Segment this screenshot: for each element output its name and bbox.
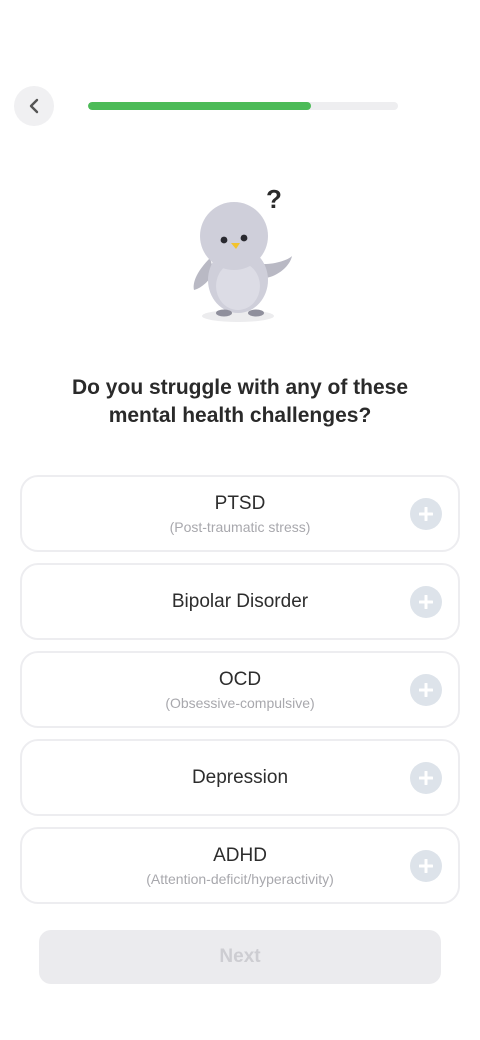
- progress-bar: [88, 102, 398, 110]
- option-title: OCD: [218, 668, 262, 690]
- option-title: Bipolar Disorder: [171, 590, 309, 612]
- option-title: PTSD: [214, 492, 266, 514]
- option-subtitle: (Attention-deficit/hyperactivity): [146, 870, 334, 887]
- question-line-2: mental health challenges?: [108, 404, 372, 427]
- option-ocd[interactable]: OCD (Obsessive-compulsive): [20, 651, 460, 728]
- question-mark-bubble: ?: [266, 184, 282, 214]
- back-button[interactable]: [14, 86, 54, 126]
- option-subtitle: (Obsessive-compulsive): [165, 694, 315, 711]
- next-button[interactable]: Next: [39, 930, 441, 984]
- option-title: Depression: [191, 766, 289, 788]
- option-adhd[interactable]: ADHD (Attention-deficit/hyperactivity): [20, 827, 460, 904]
- question-heading: Do you struggle with any of these mental…: [30, 374, 450, 430]
- option-list: PTSD (Post-traumatic stress) Bipolar Dis…: [20, 475, 460, 915]
- option-depression[interactable]: Depression: [20, 739, 460, 816]
- option-title: ADHD: [213, 844, 267, 866]
- option-ptsd[interactable]: PTSD (Post-traumatic stress): [20, 475, 460, 552]
- penguin-mascot: [193, 202, 292, 322]
- chevron-left-icon: [29, 98, 39, 114]
- progress-fill: [88, 102, 312, 110]
- plus-icon[interactable]: [410, 497, 442, 530]
- plus-icon[interactable]: [410, 585, 442, 618]
- plus-icon[interactable]: [410, 761, 442, 794]
- plus-icon[interactable]: [410, 849, 442, 882]
- question-line-1: Do you struggle with any of these: [71, 376, 409, 399]
- plus-icon[interactable]: [410, 673, 442, 706]
- option-subtitle: (Post-traumatic stress): [169, 518, 311, 535]
- option-bipolar-disorder[interactable]: Bipolar Disorder: [20, 563, 460, 640]
- onboarding-screen: ? Do you struggle with any of these ment…: [0, 0, 480, 1040]
